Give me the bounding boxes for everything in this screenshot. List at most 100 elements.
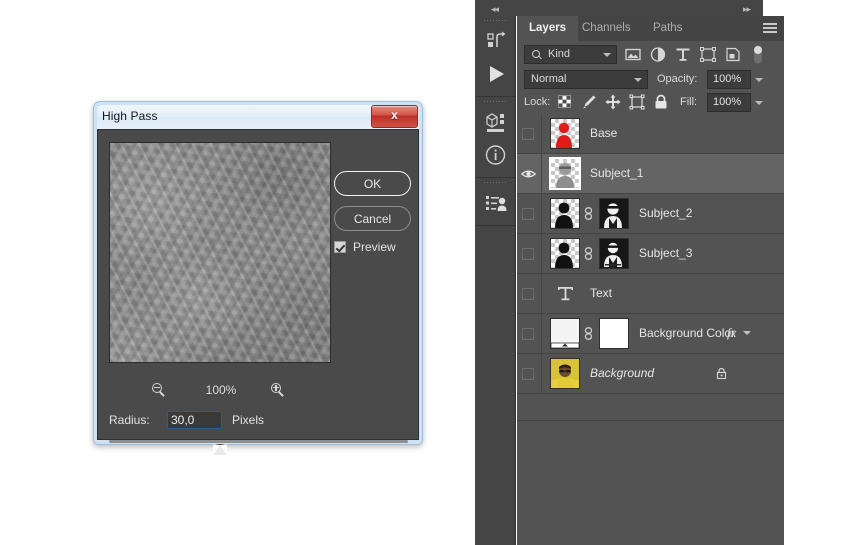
table-row[interactable]: Subject_3 (517, 234, 784, 274)
layer-visibility-toggle[interactable] (517, 354, 542, 393)
layer-thumbnail[interactable] (550, 238, 580, 269)
table-row[interactable]: Subject_1 (517, 154, 784, 194)
layer-visibility-toggle[interactable] (517, 234, 542, 273)
pixel-filter-icon[interactable] (624, 46, 642, 63)
layer-visibility-toggle[interactable] (517, 194, 542, 233)
mini-group-history (475, 16, 515, 97)
filter-kind-label: Kind (548, 48, 571, 60)
radius-slider[interactable] (109, 440, 408, 462)
filter-preview-image[interactable] (109, 142, 331, 363)
table-row[interactable]: Subject_2 (517, 194, 784, 234)
layer-effects-chevron-down-icon[interactable] (743, 331, 751, 335)
panel-grip[interactable] (475, 97, 515, 106)
tab-layers[interactable]: Layers (517, 16, 579, 41)
layer-thumbnail[interactable] (550, 278, 580, 309)
table-row[interactable]: Text (517, 274, 784, 314)
close-icon: x (391, 108, 398, 122)
layer-name: Base (590, 126, 618, 140)
zoom-out-icon[interactable] (152, 383, 167, 398)
canvas-filler (784, 0, 850, 545)
mask-link-icon[interactable] (583, 207, 594, 220)
lock-label: Lock: (524, 96, 551, 108)
table-row[interactable]: Background (517, 354, 784, 394)
layers-panel: Layers Channels Paths Kind Normal Opacit… (517, 16, 784, 545)
tab-paths[interactable]: Paths (641, 16, 694, 41)
smartobject-filter-icon[interactable] (724, 46, 742, 63)
lock-position-icon[interactable] (605, 94, 621, 110)
layer-visibility-toggle[interactable] (517, 274, 542, 313)
shape-filter-icon[interactable] (699, 46, 717, 63)
collapse-dock-icon[interactable]: ◂◂ (491, 4, 499, 15)
adjustment-filter-icon[interactable] (649, 46, 667, 63)
opacity-label: Opacity: (657, 73, 698, 85)
zoom-level-label: 100% (205, 383, 237, 397)
tab-channels[interactable]: Channels (570, 16, 643, 41)
lock-image-icon[interactable] (581, 94, 597, 110)
radius-units-label: Pixels (232, 413, 265, 427)
lock-artboard-icon[interactable] (629, 94, 645, 110)
layer-comps-panel-icon[interactable] (475, 187, 516, 220)
visibility-off-icon (522, 208, 534, 220)
expand-dock-icon[interactable]: ▸▸ (743, 4, 751, 15)
collapsed-panel-strip (475, 16, 516, 545)
blend-mode-value: Normal (531, 73, 567, 85)
chevron-down-icon (603, 53, 611, 57)
layer-thumbnail[interactable] (550, 358, 580, 389)
opacity-chevron-down-icon[interactable] (751, 70, 766, 89)
fill-value: 100% (713, 96, 742, 108)
preview-checkbox-label: Preview (353, 240, 396, 254)
actions-panel-icon[interactable] (475, 58, 516, 91)
layer-thumbnail[interactable] (550, 198, 580, 229)
mask-link-icon[interactable] (583, 247, 594, 260)
blend-mode-row: Normal Opacity: 100% (517, 68, 784, 91)
layer-list: Base Subject_1 Subject_2 Subject_3 Text … (517, 114, 784, 420)
layer-visibility-toggle[interactable] (517, 154, 542, 193)
close-button[interactable]: x (371, 105, 418, 128)
filter-toggle-switch[interactable] (749, 44, 767, 64)
zoom-in-icon[interactable] (271, 383, 286, 398)
screenshot-root: High Pass x OK Cancel Preview 100% Radiu… (0, 0, 850, 545)
slider-track (109, 440, 408, 443)
lock-all-icon[interactable] (653, 94, 669, 110)
slider-thumb[interactable] (213, 444, 227, 455)
dialog-title: High Pass (102, 109, 158, 123)
high-pass-dialog: High Pass x OK Cancel Preview 100% Radiu… (93, 101, 423, 455)
layer-visibility-toggle[interactable] (517, 114, 542, 153)
mini-group-layercomps (475, 178, 515, 226)
layer-mask-thumbnail[interactable] (599, 198, 629, 229)
layer-thumbnail[interactable] (550, 318, 580, 349)
layer-visibility-toggle[interactable] (517, 314, 542, 353)
info-panel-icon[interactable] (475, 139, 516, 172)
panel-menu-icon[interactable] (763, 22, 777, 34)
layer-filter-row: Kind (517, 41, 784, 68)
layer-thumbnail[interactable] (549, 157, 581, 190)
layer-name: Subject_2 (639, 206, 693, 220)
ok-button[interactable]: OK (334, 171, 411, 196)
blend-mode-select[interactable]: Normal (524, 70, 648, 89)
visibility-off-icon (522, 128, 534, 140)
fill-input[interactable]: 100% (707, 93, 751, 112)
lock-row: Lock: Fill: 100% (517, 91, 784, 114)
layer-thumbnail[interactable] (550, 118, 580, 149)
preview-zoom-controls: 100% (109, 382, 329, 402)
lock-transparency-icon[interactable] (557, 94, 573, 110)
layer-mask-thumbnail[interactable] (599, 318, 629, 349)
table-row[interactable]: Base (517, 114, 784, 154)
radius-input[interactable] (167, 411, 222, 429)
table-row[interactable]: Background Color fx (517, 314, 784, 354)
3d-panel-icon[interactable] (475, 106, 516, 139)
opacity-input[interactable]: 100% (707, 70, 751, 89)
cancel-button[interactable]: Cancel (334, 206, 411, 231)
layer-mask-thumbnail[interactable] (599, 238, 629, 269)
layer-effects-icon[interactable]: fx (727, 325, 736, 341)
type-filter-icon[interactable] (674, 46, 692, 63)
mask-link-icon[interactable] (583, 327, 594, 340)
dialog-titlebar[interactable]: High Pass x (97, 105, 419, 129)
layer-name: Subject_3 (639, 246, 693, 260)
visibility-off-icon (522, 288, 534, 300)
filter-kind-select[interactable]: Kind (524, 45, 617, 64)
panel-grip[interactable] (475, 178, 515, 187)
panel-grip[interactable] (475, 16, 515, 25)
history-panel-icon[interactable] (475, 25, 516, 58)
fill-chevron-down-icon[interactable] (751, 93, 766, 112)
